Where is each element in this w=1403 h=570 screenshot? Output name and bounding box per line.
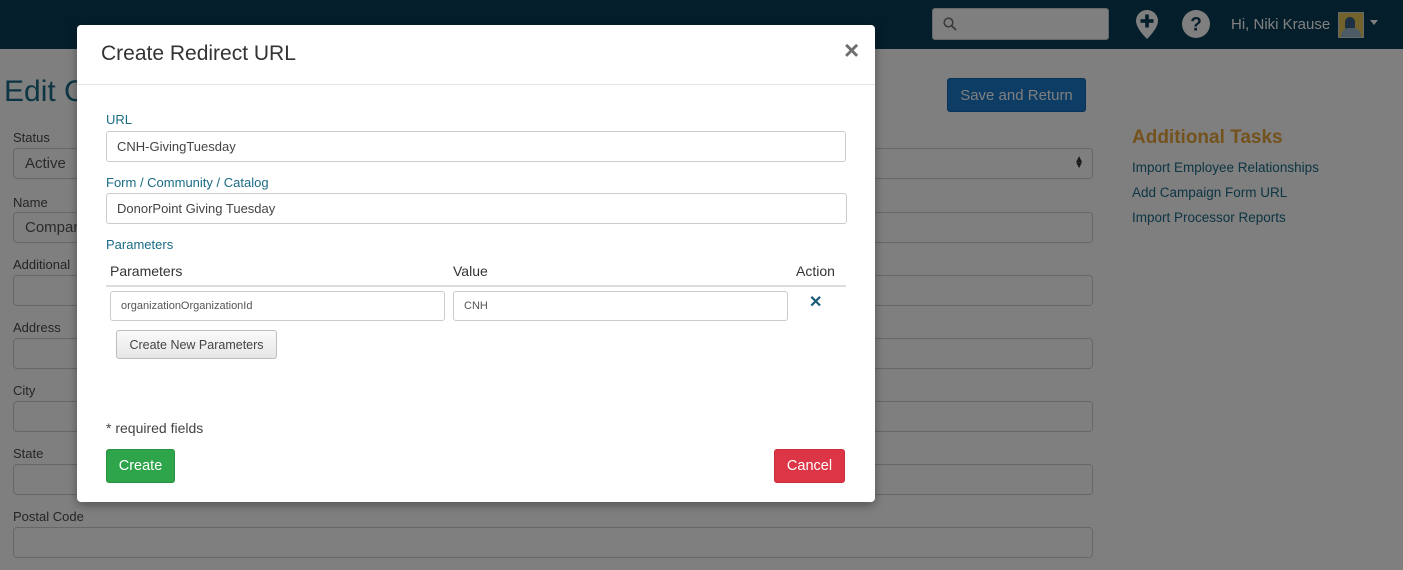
parameters-section-label: Parameters [106, 237, 174, 252]
create-button[interactable]: Create [106, 449, 175, 483]
action-column-header: Action [796, 263, 835, 279]
url-label: URL [106, 112, 133, 127]
form-community-catalog-input[interactable] [106, 193, 847, 224]
url-input[interactable] [106, 131, 846, 162]
create-redirect-url-modal: Create Redirect URL × URL Form / Communi… [77, 25, 875, 502]
remove-parameter-icon[interactable]: ✕ [809, 292, 822, 312]
value-column-header: Value [453, 263, 488, 279]
parameter-name-input[interactable] [110, 291, 445, 321]
cancel-button[interactable]: Cancel [774, 449, 845, 483]
create-new-parameters-button[interactable]: Create New Parameters [116, 330, 277, 359]
close-icon[interactable]: × [844, 37, 859, 63]
modal-title: Create Redirect URL [101, 42, 296, 65]
table-header-divider [106, 285, 846, 287]
parameter-value-input[interactable] [453, 291, 788, 321]
parameters-column-header: Parameters [110, 263, 183, 279]
form-community-catalog-label: Form / Community / Catalog [106, 175, 269, 190]
modal-header: Create Redirect URL × [77, 25, 875, 85]
required-fields-note: * required fields [106, 420, 204, 436]
